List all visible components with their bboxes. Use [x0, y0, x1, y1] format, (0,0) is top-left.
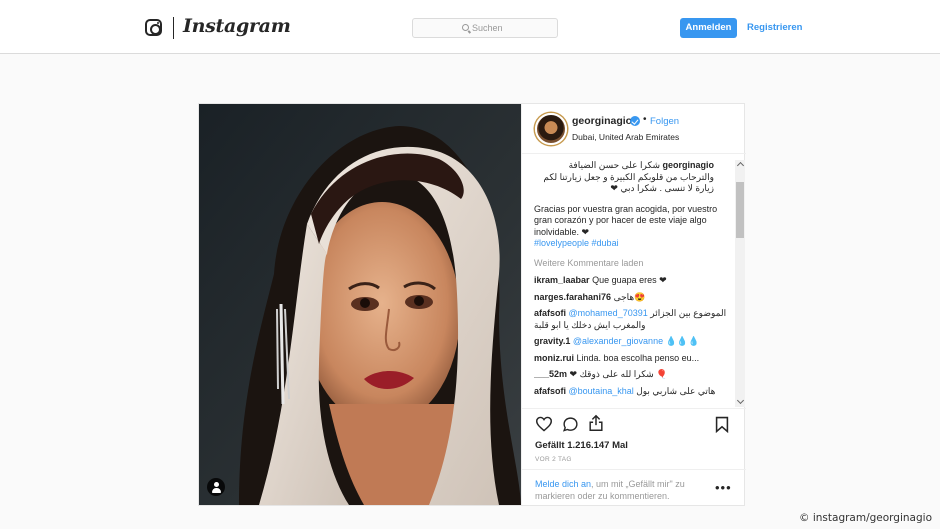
post-photo[interactable]: [199, 104, 521, 505]
comment-text: 💧💧💧: [665, 336, 700, 346]
post-timestamp: VOR 2 TAG: [535, 456, 572, 463]
post-card: georginagio • Folgen Dubai, United Arab …: [198, 103, 746, 506]
comment-item: moniz.rui Linda. boa escolha penso eu...: [534, 353, 734, 365]
portrait-image: [199, 104, 521, 505]
post-sidebar: georginagio • Folgen Dubai, United Arab …: [521, 104, 746, 505]
post-header: georginagio • Folgen Dubai, United Arab …: [522, 104, 746, 154]
comment-item: ikram_laabar Que guapa eres ❤: [534, 275, 734, 287]
comment-item: gravity.1 @alexander_giovanne 💧💧💧: [534, 336, 734, 348]
comment-icon[interactable]: [562, 416, 579, 433]
login-prompt: Melde dich an, um mit „Gefällt mir" zu m…: [535, 478, 711, 502]
avatar[interactable]: [535, 113, 567, 145]
caption-arabic: georginagio شكرا على حسن الضيافة والترحا…: [534, 160, 714, 195]
comment-username[interactable]: afafsofi: [534, 308, 566, 318]
comment-text: هاجی😍: [613, 291, 646, 302]
login-button[interactable]: Anmelden: [680, 18, 737, 38]
comment-item: afafsofi @mohamed_70391 الموضوع بين الجز…: [534, 308, 734, 331]
top-nav-bar: Instagram Suchen Anmelden Registrieren: [0, 0, 940, 54]
heart-icon[interactable]: [535, 416, 553, 432]
instagram-wordmark[interactable]: Instagram: [183, 15, 291, 37]
comment-item: ___52m ❤ شكرا لله على ذوقك 🎈: [534, 369, 734, 381]
bookmark-icon[interactable]: [715, 416, 729, 433]
location-link[interactable]: Dubai, United Arab Emirates: [572, 132, 679, 142]
search-input[interactable]: Suchen: [412, 18, 558, 38]
comments-list[interactable]: georginagio شكرا على حسن الضيافة والترحا…: [534, 160, 734, 407]
comment-username[interactable]: moniz.rui: [534, 353, 574, 363]
comments-scrollbar[interactable]: [735, 160, 745, 407]
comment-username[interactable]: gravity.1: [534, 336, 570, 346]
comment-text: ❤ شكرا لله على ذوقك 🎈: [569, 369, 668, 379]
login-prompt-link[interactable]: Melde dich an: [535, 479, 591, 489]
more-options-icon[interactable]: •••: [715, 480, 732, 495]
comment-mention[interactable]: @boutaina_khal: [569, 386, 634, 396]
post-actions: [522, 408, 746, 436]
follow-button[interactable]: Folgen: [650, 116, 679, 127]
caption-username[interactable]: georginagio: [663, 160, 715, 170]
load-more-comments-link[interactable]: Weitere Kommentare laden: [534, 258, 734, 270]
login-to-comment-bar: Melde dich an, um mit „Gefällt mir" zu m…: [522, 469, 746, 505]
search-icon: [462, 24, 469, 31]
likes-count[interactable]: Gefällt 1.216.147 Mal: [535, 440, 628, 451]
share-icon[interactable]: [588, 414, 604, 432]
search-placeholder: Suchen: [472, 23, 503, 33]
comment-item: narges.farahani76 هاجی😍: [534, 292, 734, 304]
scroll-down-arrow-icon[interactable]: [735, 397, 745, 407]
comment-mention[interactable]: @mohamed_70391: [569, 308, 648, 318]
comment-text: Linda. boa escolha penso eu...: [576, 352, 700, 363]
register-link[interactable]: Registrieren: [747, 22, 802, 33]
instagram-camera-icon[interactable]: [145, 19, 162, 36]
caption: georginagio شكرا على حسن الضيافة والترحا…: [534, 160, 734, 250]
comment-item: afafsofi @boutaina_khal هاتي على شاربي ب…: [534, 386, 734, 398]
caption-spanish-text: Gracias por vuestra gran acogida, por vu…: [534, 203, 718, 237]
post-username[interactable]: georginagio: [572, 115, 632, 127]
comment-mention[interactable]: @alexander_giovanne: [573, 336, 663, 346]
comment-username[interactable]: ikram_laabar: [534, 275, 590, 285]
scrollbar-thumb[interactable]: [736, 182, 744, 238]
comment-text: Que guapa eres ❤: [592, 275, 667, 285]
image-credit: © instagram/georginagio: [799, 512, 932, 524]
comment-username[interactable]: afafsofi: [534, 386, 566, 396]
comment-text: هاتي على شاربي بول: [636, 385, 716, 396]
tagged-user-icon[interactable]: [207, 478, 225, 496]
verified-badge-icon: [630, 116, 640, 126]
comment-username[interactable]: ___52m: [534, 369, 567, 379]
comment-username[interactable]: narges.farahani76: [534, 292, 611, 302]
logo-divider: [173, 17, 174, 39]
scroll-up-arrow-icon[interactable]: [735, 160, 745, 170]
separator-dot: •: [643, 114, 647, 125]
caption-hashtags[interactable]: #lovelypeople #dubai: [534, 238, 734, 250]
